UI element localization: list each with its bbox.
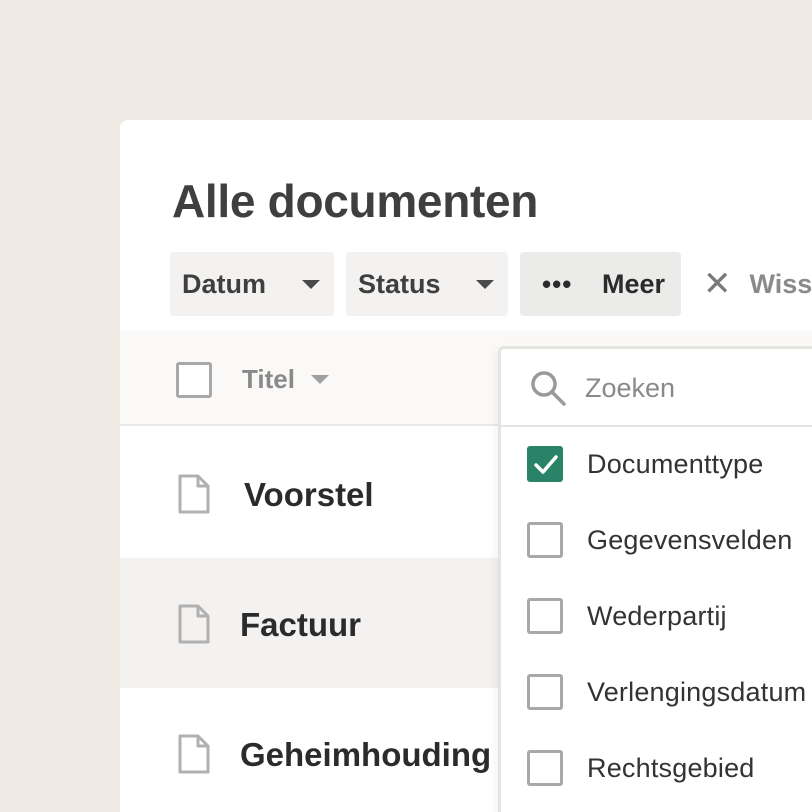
column-header-titel[interactable]: Titel bbox=[242, 364, 329, 395]
option-checkbox[interactable] bbox=[527, 750, 563, 786]
option-verlengingsdatum[interactable]: Verlengingsdatum bbox=[501, 655, 812, 731]
option-rechtsgebied[interactable]: Rechtsgebied bbox=[501, 731, 812, 807]
option-gegevensvelden[interactable]: Gegevensvelden bbox=[501, 503, 812, 579]
checkmark-icon bbox=[534, 455, 558, 474]
select-all-checkbox[interactable] bbox=[176, 362, 212, 398]
filter-more-label: Meer bbox=[601, 268, 665, 299]
documents-panel: Alle documenten Datum Status ••• Meer ✕ … bbox=[120, 120, 812, 812]
row-title[interactable]: Voorstel bbox=[244, 476, 374, 514]
document-icon bbox=[178, 474, 210, 514]
column-header-label: Titel bbox=[242, 364, 295, 394]
option-label: Documenttype bbox=[587, 449, 764, 479]
more-filters-dropdown: Documenttype Gegevensvelden Wederpartij … bbox=[498, 346, 812, 812]
page-title: Alle documenten bbox=[172, 175, 539, 227]
option-documenttype[interactable]: Documenttype bbox=[501, 427, 812, 503]
search-icon bbox=[531, 371, 566, 406]
close-icon: ✕ bbox=[703, 265, 732, 303]
row-title[interactable]: Geheimhouding bbox=[240, 736, 491, 774]
caret-down-icon bbox=[310, 375, 329, 384]
filter-datum-button[interactable]: Datum bbox=[170, 252, 334, 316]
clear-filters-button[interactable]: ✕ Wiss bbox=[703, 267, 812, 301]
option-checkbox[interactable] bbox=[527, 598, 563, 634]
filter-more-button[interactable]: ••• Meer bbox=[520, 252, 681, 316]
more-dots-icon: ••• bbox=[542, 268, 573, 299]
option-wederpartij[interactable]: Wederpartij bbox=[501, 579, 812, 655]
filter-status-button[interactable]: Status bbox=[346, 252, 508, 316]
option-label: Verlengingsdatum bbox=[587, 677, 807, 707]
filter-datum-label: Datum bbox=[182, 268, 267, 299]
option-label: Gegevensvelden bbox=[587, 525, 793, 555]
document-icon bbox=[178, 604, 210, 644]
caret-down-icon bbox=[302, 279, 320, 289]
option-checkbox[interactable] bbox=[527, 674, 563, 710]
filter-bar: Datum Status ••• Meer ✕ Wiss bbox=[170, 252, 812, 316]
option-checkbox[interactable] bbox=[527, 522, 563, 558]
clear-filters-label: Wiss bbox=[749, 268, 812, 299]
option-label: Wederpartij bbox=[587, 601, 727, 631]
search-input[interactable] bbox=[585, 367, 812, 409]
filter-status-label: Status bbox=[358, 268, 441, 299]
dropdown-search bbox=[501, 349, 812, 427]
row-title[interactable]: Factuur bbox=[240, 606, 361, 644]
option-checkbox[interactable] bbox=[527, 446, 563, 482]
option-label: Rechtsgebied bbox=[587, 753, 755, 783]
caret-down-icon bbox=[476, 279, 494, 289]
document-icon bbox=[178, 734, 210, 774]
